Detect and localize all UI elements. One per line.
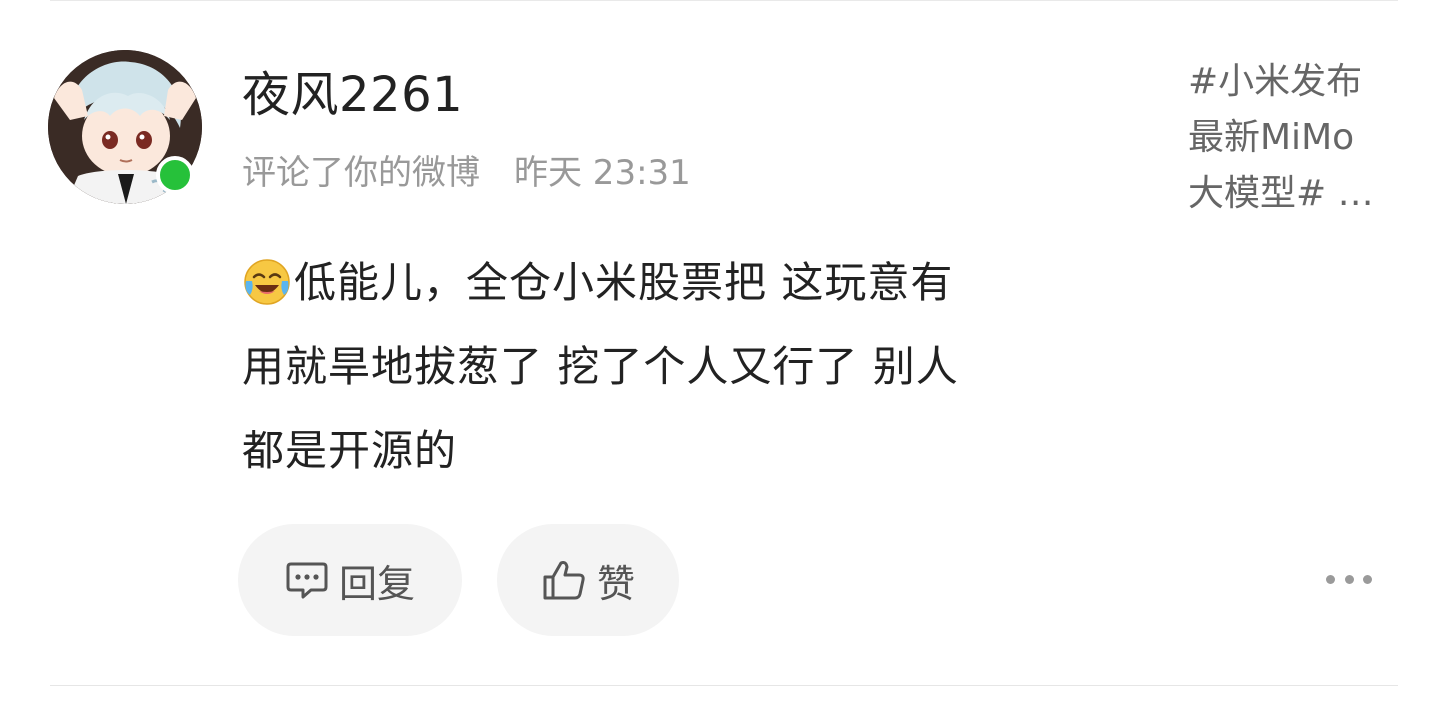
comment-content: 低能儿，全仓小米股票把 这玩意有 用就旱地拔葱了 挖了个人又行了 别人 都是开源… <box>242 241 1142 493</box>
username[interactable]: 夜风2261 <box>242 62 463 128</box>
more-options-icon[interactable] <box>1326 566 1372 592</box>
content-text-1: 低能儿，全仓小米股票把 这玩意有 <box>294 258 954 307</box>
content-line: 都是开源的 <box>242 426 458 475</box>
reply-button[interactable]: 回复 <box>238 524 462 636</box>
like-button[interactable]: 赞 <box>497 524 679 636</box>
dot <box>1363 574 1372 584</box>
thumbs-up-icon <box>543 561 585 600</box>
topic-line: #小米发布 <box>1188 61 1363 102</box>
topic-link[interactable]: #小米发布 最新MiMo 大模型# … <box>1188 54 1398 222</box>
comment-meta: 评论了你的微博 昨天 23:31 <box>242 150 691 196</box>
action-text: 评论了你的微博 <box>242 153 480 193</box>
timestamp: 昨天 23:31 <box>514 153 691 193</box>
comment-bubble-icon <box>286 562 328 599</box>
topic-line: 大模型# … <box>1188 173 1374 214</box>
dot <box>1326 574 1335 584</box>
reply-label: 回复 <box>338 561 415 606</box>
laugh-cry-emoji-icon <box>242 251 292 305</box>
dot <box>1344 574 1354 584</box>
bottom-divider <box>50 685 1398 686</box>
like-label: 赞 <box>596 561 635 606</box>
top-divider <box>50 0 1398 1</box>
content-line: 低能儿，全仓小米股票把 这玩意有 <box>242 241 1142 325</box>
topic-line: 最新MiMo <box>1188 117 1355 158</box>
online-status-dot <box>156 156 194 194</box>
content-line: 用就旱地拔葱了 挖了个人又行了 别人 <box>242 342 959 391</box>
